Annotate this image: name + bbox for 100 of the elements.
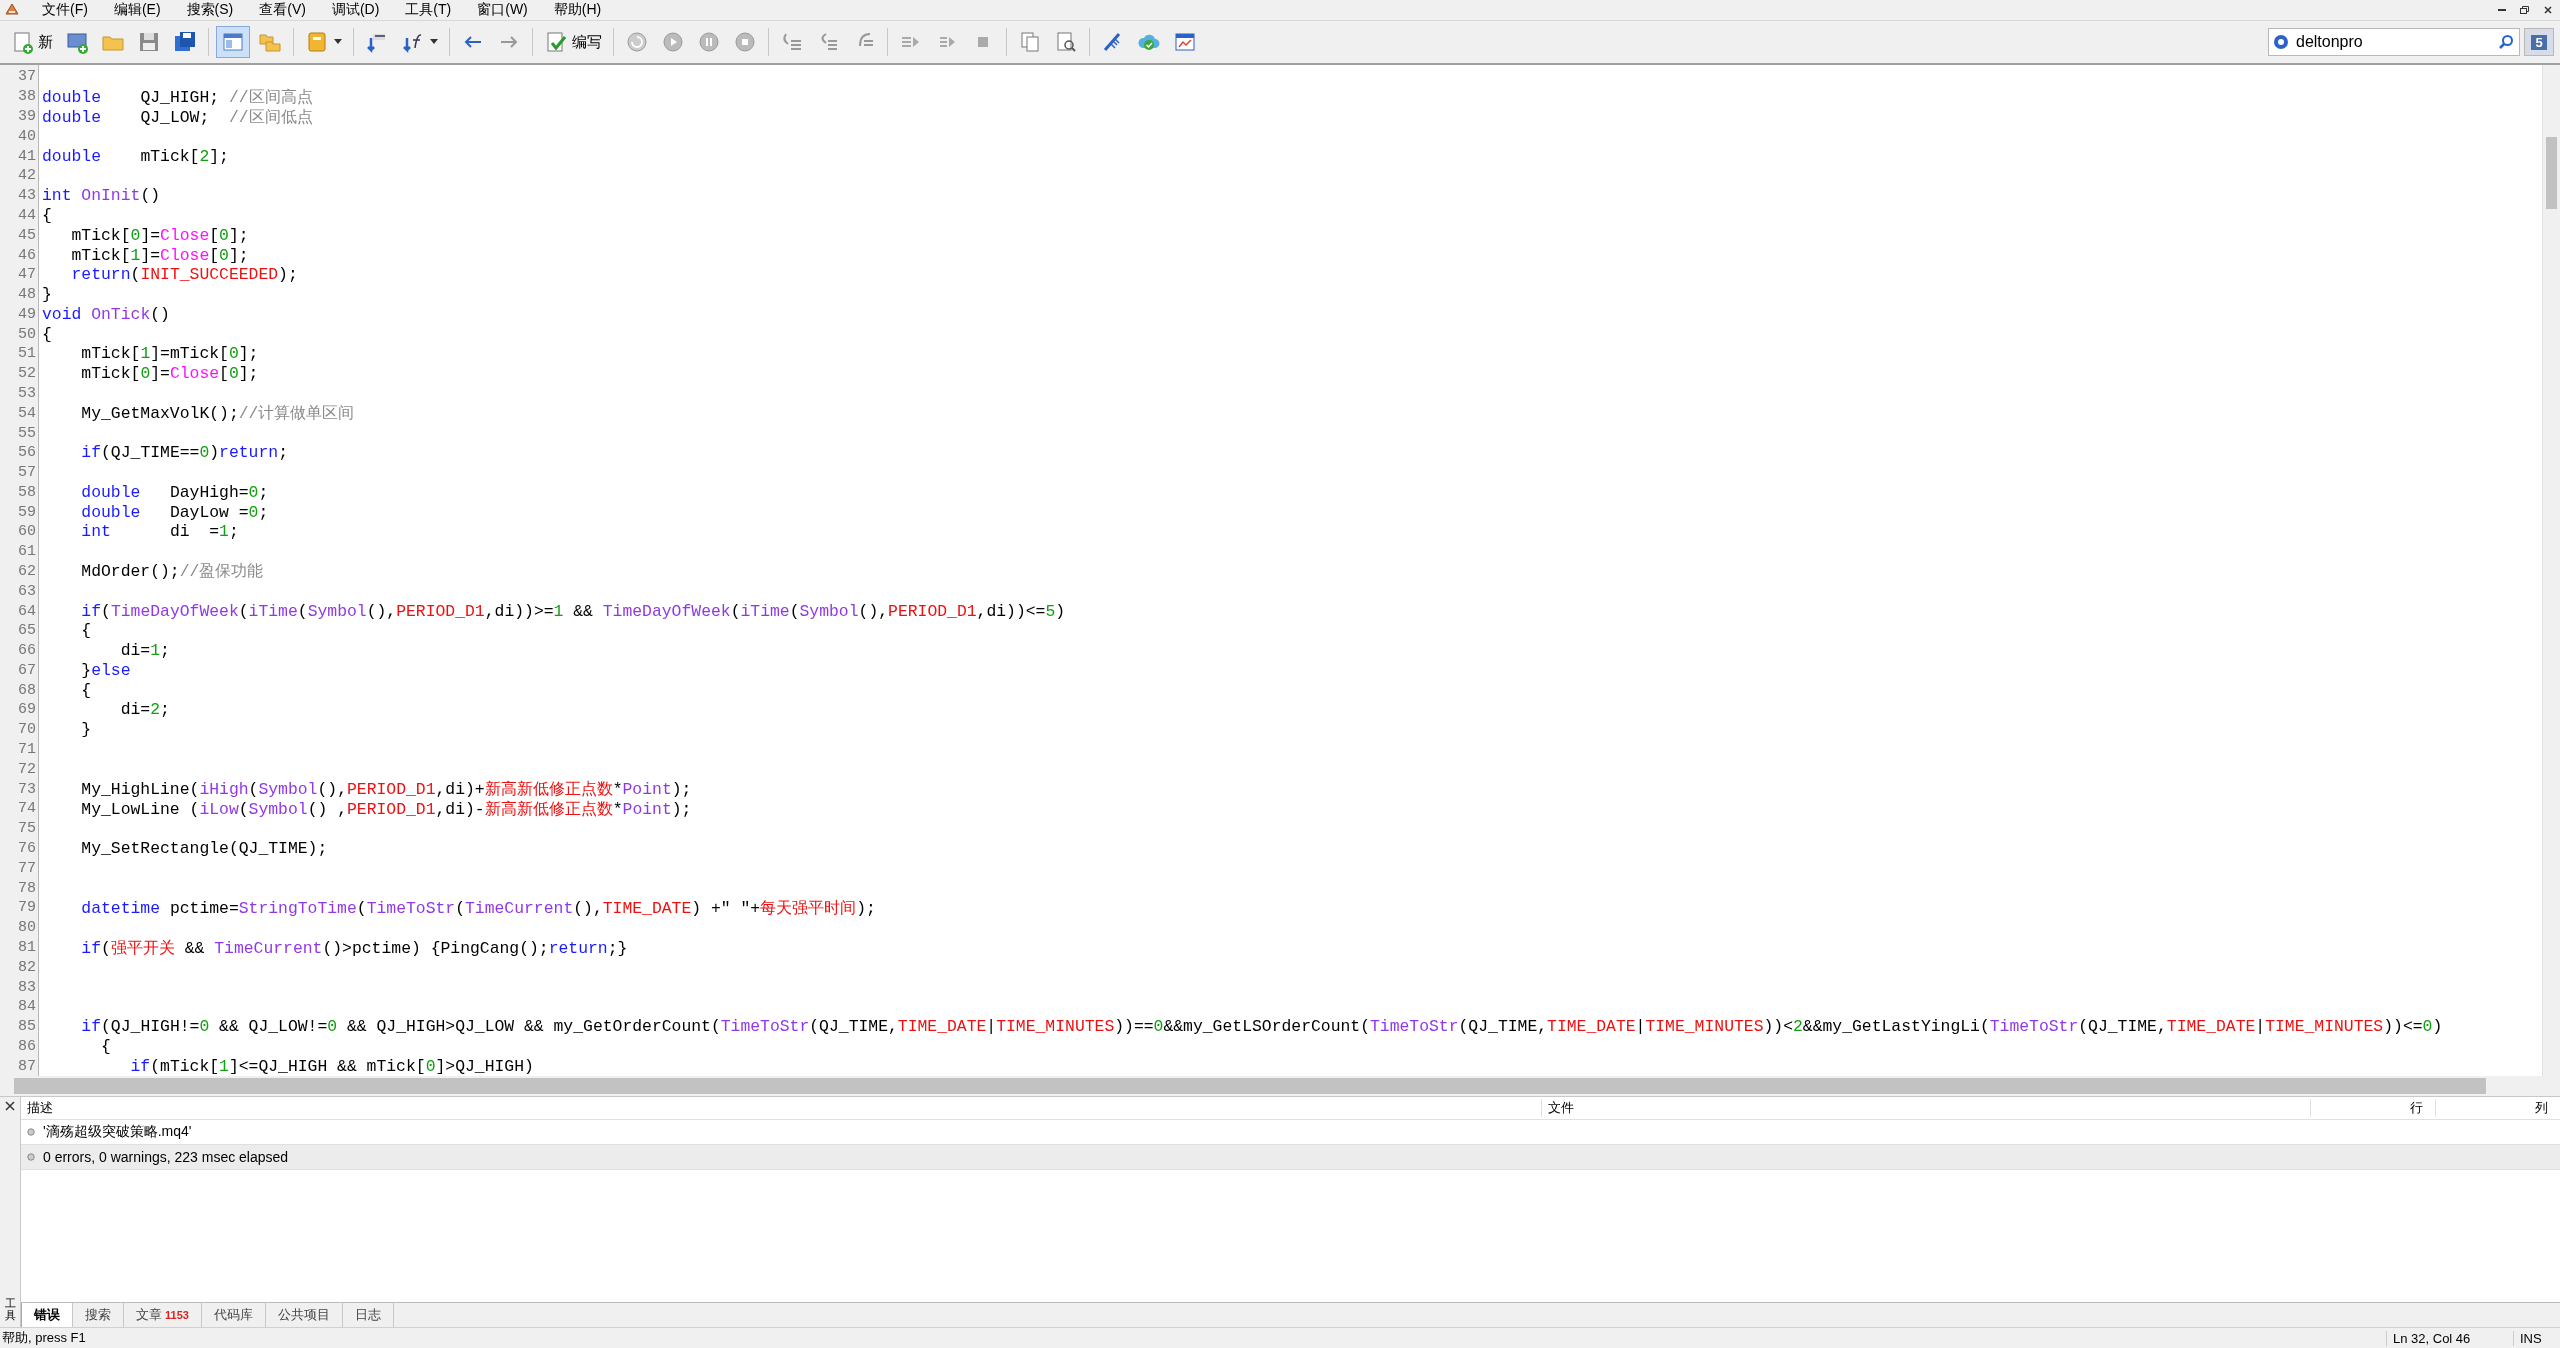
- code-line: if(QJ_HIGH!=0 && QJ_LOW!=0 && QJ_HIGH>QJ_LOW && my_GetOrderCount(TimeToStr(QJ_TIME,TIME_DATE|TIME_MINUTES))==0&&my_GetLSOrderCount(TimeToStr(QJ_TIME,TIME_DATE|TIME_MINUTES))<2&&my_GetLastYingLi(TimeToStr(QJ_TIME,TIME_DATE|TIME_MINUTES))<=0): [80, 1017, 2443, 1037]
- line-number: 70: [17, 721, 37, 739]
- line-number: 76: [17, 840, 37, 857]
- new-button[interactable]: 新: [6, 27, 57, 57]
- line-number: 62: [17, 562, 37, 580]
- navigator-button[interactable]: [216, 26, 250, 58]
- code-line: int OnInit(): [42, 186, 161, 206]
- code-line: double DayLow =0;: [80, 502, 269, 522]
- line-number: 87: [17, 1057, 37, 1075]
- menu-item[interactable]: 编辑(E): [99, 1, 173, 19]
- book-icon: [305, 30, 329, 54]
- scrollbar-thumb[interactable]: [2546, 137, 2557, 209]
- code-line: void OnTick(): [42, 304, 170, 324]
- code-line: {: [80, 680, 92, 700]
- line-number: 39: [17, 108, 37, 126]
- code-line: {: [42, 206, 52, 225]
- menu-item[interactable]: 窗口(W): [463, 1, 540, 19]
- restore-icon: [2518, 4, 2530, 16]
- code-line: MdOrder();//盈保功能: [80, 561, 264, 583]
- message-row[interactable]: '滴殇超级突破策略.mq4': [21, 1120, 2560, 1144]
- scrollbar-thumb[interactable]: [14, 1078, 2486, 1094]
- close-icon: [5, 1101, 15, 1111]
- code-line: mTick[1]=Close[0];: [70, 245, 249, 265]
- line-number: 38: [17, 88, 37, 106]
- menu-item[interactable]: 搜索(S): [172, 1, 246, 19]
- line-number: 42: [17, 167, 37, 185]
- menu-item[interactable]: 文件(F): [28, 1, 100, 19]
- code-line: {: [100, 1036, 111, 1056]
- column-header[interactable]: 文件: [1541, 1099, 2310, 1117]
- line-number: 63: [17, 582, 37, 600]
- stop-icon: [733, 30, 757, 54]
- line-number: 40: [17, 127, 37, 145]
- compile-button[interactable]: 编写: [540, 27, 606, 57]
- line-number: 41: [17, 147, 37, 165]
- line-number: 83: [17, 978, 37, 996]
- line-number: 69: [17, 701, 37, 719]
- line-number: 45: [17, 226, 37, 244]
- panel-tab[interactable]: 错误: [21, 1303, 73, 1327]
- line-number: 78: [17, 879, 37, 897]
- code-line: My_GetMaxVolK();//计算做单区间: [80, 403, 355, 425]
- code-line: if(强平开关 && TimeCurrent()>pctime) {PingCang();return;}: [80, 937, 628, 959]
- line-number: 68: [17, 681, 37, 699]
- line-number: 67: [17, 661, 37, 679]
- line-number: 51: [17, 345, 37, 363]
- line-number: 73: [17, 780, 37, 798]
- column-header[interactable]: 行: [2310, 1099, 2435, 1117]
- menu-item[interactable]: 调试(D): [317, 1, 392, 19]
- line-number: 54: [17, 404, 37, 422]
- code-line: mTick[0]=Close[0];: [80, 364, 259, 384]
- code-line: {: [80, 621, 92, 641]
- code-line: di=2;: [119, 700, 170, 720]
- line-number: 46: [17, 246, 37, 264]
- code-line: double QJ_LOW; //区间低点: [42, 106, 313, 128]
- search-field[interactable]: deltonpro: [2268, 28, 2520, 56]
- window-panel-icon: [221, 30, 245, 54]
- line-number: 82: [17, 958, 37, 976]
- line-number: 84: [17, 998, 37, 1016]
- help-hint: 帮助, press F1: [1, 1329, 87, 1347]
- line-number: 57: [17, 464, 37, 482]
- code-line: double DayHigh=0;: [80, 482, 269, 502]
- line-number: 65: [17, 622, 37, 640]
- window-plus-icon: [65, 30, 89, 54]
- code-line: double QJ_HIGH; //区间高点: [42, 86, 313, 108]
- chart-window-icon: [1173, 30, 1197, 54]
- line-number: 81: [17, 939, 37, 956]
- insert-mode: INS: [2513, 1330, 2560, 1346]
- line-number: 66: [17, 642, 37, 660]
- line-number: 58: [17, 483, 37, 501]
- vertical-scrollbar[interactable]: [2542, 65, 2560, 1076]
- code-line: mTick[0]=Close[0];: [70, 225, 249, 245]
- code-line: datetime pctime=StringToTime(TimeToStr(TimeCurrent(),TIME_DATE) +" "+每天强平时间);: [80, 897, 876, 919]
- line-number: 80: [17, 919, 37, 937]
- line-number: 71: [17, 740, 37, 758]
- message-row[interactable]: 0 errors, 0 warnings, 223 msec elapsed: [21, 1144, 2560, 1170]
- line-number: 50: [17, 325, 37, 343]
- code-line: }: [80, 720, 92, 740]
- status-dot-icon: [27, 1128, 35, 1136]
- notification-button[interactable]: 5: [2524, 28, 2554, 56]
- article-count: 1153: [165, 1309, 189, 1321]
- line-number: 48: [17, 286, 37, 304]
- code-line: if(QJ_TIME==0)return;: [80, 443, 288, 463]
- line-number: 60: [17, 523, 37, 541]
- line-number: 72: [17, 760, 37, 778]
- menu-item[interactable]: 帮助(H): [539, 1, 614, 19]
- line-number: 49: [17, 305, 37, 323]
- toolbox-tab[interactable]: 工具: [4, 1296, 16, 1321]
- floppy-disks-icon: [173, 30, 197, 54]
- play-icon: [661, 30, 685, 54]
- code-line: if(mTick[1]<=QJ_HIGH && mTick[0]>QJ_HIGH): [129, 1056, 534, 1076]
- line-number: 44: [17, 207, 37, 224]
- menu-item[interactable]: 查看(V): [245, 1, 318, 19]
- code-line: {: [42, 324, 52, 344]
- column-header[interactable]: 列: [2435, 1099, 2560, 1117]
- line-number: 77: [17, 859, 37, 877]
- column-header[interactable]: 描述: [21, 1099, 1541, 1117]
- code-line: di=1;: [119, 641, 170, 661]
- line-number: 61: [17, 543, 37, 561]
- code-line: mTick[1]=mTick[0];: [80, 344, 259, 364]
- menu-item[interactable]: 工具(T): [391, 1, 464, 19]
- close-icon: [2542, 4, 2554, 16]
